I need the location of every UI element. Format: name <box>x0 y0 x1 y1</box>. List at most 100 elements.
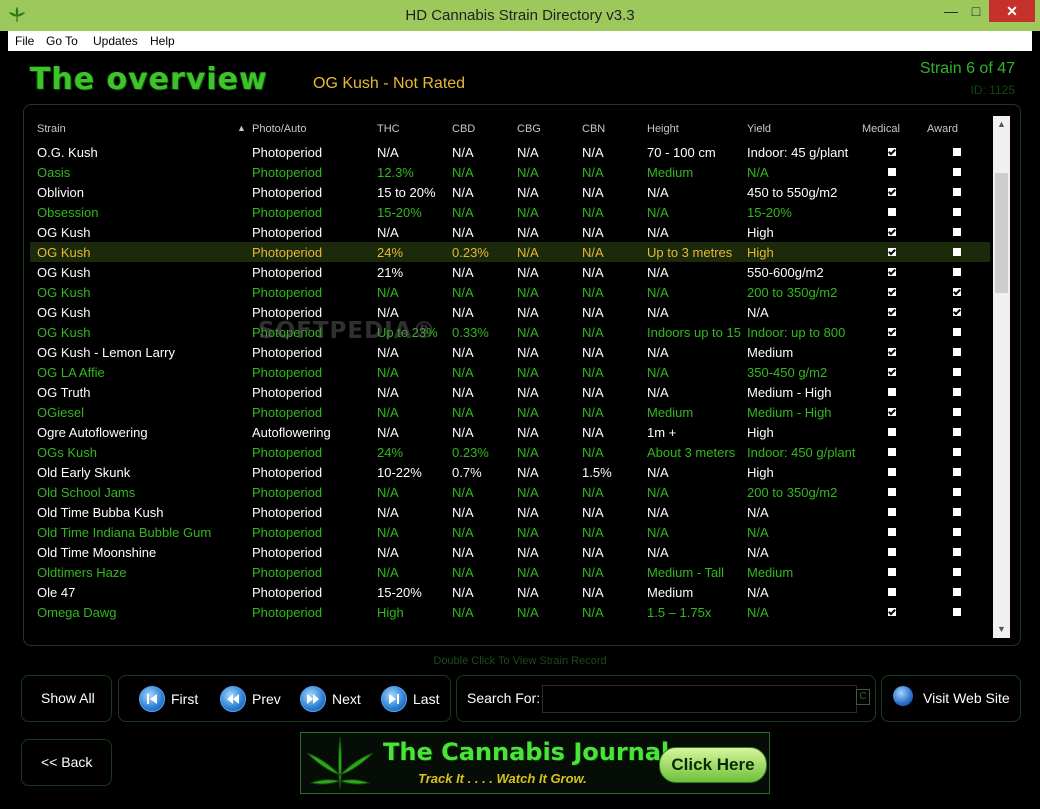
show-all-button[interactable]: Show All <box>21 675 112 722</box>
medical-checkbox[interactable] <box>888 148 896 156</box>
medical-checkbox[interactable] <box>888 368 896 376</box>
award-checkbox[interactable] <box>953 368 961 376</box>
column-header-height[interactable]: Height <box>647 123 679 135</box>
menu-help[interactable]: Help <box>150 34 175 48</box>
table-row[interactable]: OG Kush Photoperiod 24% 0.23% N/A N/A Up to 3 … <box>30 242 990 262</box>
medical-checkbox[interactable] <box>888 288 896 296</box>
table-row[interactable]: OG Kush - Lemon Larry Photoperiod N/A N/A N/… <box>30 342 990 362</box>
table-row[interactable]: Oasis Photoperiod 12.3% N/A N/A N/A Medium N/A <box>30 162 990 182</box>
award-checkbox[interactable] <box>953 548 961 556</box>
table-row[interactable]: Old Time Moonshine Photoperiod N/A N/A N/A N/… <box>30 542 990 562</box>
column-header-cbd[interactable]: CBD <box>452 123 475 135</box>
table-row[interactable]: OG Kush Photoperiod 21% N/A N/A N/A N/A 550-600… <box>30 262 990 282</box>
award-checkbox[interactable] <box>953 608 961 616</box>
table-row[interactable]: OG Kush Photoperiod N/A N/A N/A N/A N/A 200 to … <box>30 282 990 302</box>
table-row[interactable]: Ole 47 Photoperiod 15-20% N/A N/A N/A Medium N/… <box>30 582 990 602</box>
award-checkbox[interactable] <box>953 448 961 456</box>
column-header-photo-auto[interactable]: Photo/Auto <box>252 123 306 135</box>
cannabis-journal-banner[interactable]: The Cannabis Journal Track It . . . . Wa… <box>300 732 770 794</box>
award-checkbox[interactable] <box>953 148 961 156</box>
table-row[interactable]: OG LA Affie Photoperiod N/A N/A N/A N/A N/A 350… <box>30 362 990 382</box>
medical-checkbox[interactable] <box>888 208 896 216</box>
vertical-scrollbar[interactable]: ▲ ▼ <box>993 116 1010 638</box>
award-checkbox[interactable] <box>953 428 961 436</box>
next-icon[interactable] <box>300 686 326 712</box>
award-checkbox[interactable] <box>953 228 961 236</box>
medical-checkbox[interactable] <box>888 248 896 256</box>
table-row[interactable]: Obsession Photoperiod 15-20% N/A N/A N/A N/A 15… <box>30 202 990 222</box>
scroll-down-arrow-icon[interactable]: ▼ <box>993 621 1010 638</box>
award-checkbox[interactable] <box>953 488 961 496</box>
table-row[interactable]: OG Kush Photoperiod N/A N/A N/A N/A N/A High <box>30 222 990 242</box>
award-checkbox[interactable] <box>953 528 961 536</box>
column-header-strain[interactable]: Strain <box>37 123 66 135</box>
column-header-award[interactable]: Award <box>927 123 958 135</box>
medical-checkbox[interactable] <box>888 448 896 456</box>
table-row[interactable]: OG Truth Photoperiod N/A N/A N/A N/A N/A Medium… <box>30 382 990 402</box>
award-checkbox[interactable] <box>953 568 961 576</box>
table-row[interactable]: Ogre Autoflowering Autoflowering N/A N/A N/A… <box>30 422 990 442</box>
medical-checkbox[interactable] <box>888 268 896 276</box>
award-checkbox[interactable] <box>953 408 961 416</box>
medical-checkbox[interactable] <box>888 188 896 196</box>
award-checkbox[interactable] <box>953 288 961 296</box>
column-header-yield[interactable]: Yield <box>747 123 771 135</box>
minimize-button[interactable]: — <box>937 0 965 22</box>
table-row[interactable]: OG Kush Photoperiod Up to 23% 0.33% N/A N/A In… <box>30 322 990 342</box>
last-icon[interactable] <box>381 686 407 712</box>
award-checkbox[interactable] <box>953 308 961 316</box>
search-input[interactable] <box>542 685 857 713</box>
medical-checkbox[interactable] <box>888 488 896 496</box>
table-row[interactable]: OGiesel Photoperiod N/A N/A N/A N/A Medium Medi… <box>30 402 990 422</box>
table-row[interactable]: O.G. Kush Photoperiod N/A N/A N/A N/A 70 - 100… <box>30 142 990 162</box>
medical-checkbox[interactable] <box>888 328 896 336</box>
column-header-medical[interactable]: Medical <box>862 123 900 135</box>
award-checkbox[interactable] <box>953 588 961 596</box>
maximize-button[interactable]: □ <box>963 0 989 22</box>
banner-click-here-button[interactable]: Click Here <box>659 747 767 783</box>
menu-file[interactable]: File <box>15 34 34 48</box>
scroll-thumb[interactable] <box>995 173 1008 293</box>
award-checkbox[interactable] <box>953 508 961 516</box>
medical-checkbox[interactable] <box>888 348 896 356</box>
award-checkbox[interactable] <box>953 348 961 356</box>
table-row[interactable]: Omega Dawg Photoperiod High N/A N/A N/A 1.5 – … <box>30 602 990 622</box>
award-checkbox[interactable] <box>953 208 961 216</box>
medical-checkbox[interactable] <box>888 228 896 236</box>
next-button[interactable]: Next <box>332 691 361 707</box>
award-checkbox[interactable] <box>953 468 961 476</box>
table-row[interactable]: Old Time Indiana Bubble Gum Photoperiod N/… <box>30 522 990 542</box>
clear-search-button[interactable]: C <box>856 689 870 705</box>
back-button[interactable]: << Back <box>21 739 112 786</box>
table-row[interactable]: OGs Kush Photoperiod 24% 0.23% N/A N/A About 3… <box>30 442 990 462</box>
medical-checkbox[interactable] <box>888 508 896 516</box>
table-row[interactable]: Oblivion Photoperiod 15 to 20% N/A N/A N/A N/A… <box>30 182 990 202</box>
table-row[interactable]: Old Time Bubba Kush Photoperiod N/A N/A N/A N… <box>30 502 990 522</box>
medical-checkbox[interactable] <box>888 548 896 556</box>
medical-checkbox[interactable] <box>888 608 896 616</box>
first-icon[interactable] <box>139 686 165 712</box>
medical-checkbox[interactable] <box>888 468 896 476</box>
medical-checkbox[interactable] <box>888 408 896 416</box>
prev-button[interactable]: Prev <box>252 691 281 707</box>
table-row[interactable]: Old Early Skunk Photoperiod 10-22% 0.7% N/A 1… <box>30 462 990 482</box>
award-checkbox[interactable] <box>953 188 961 196</box>
award-checkbox[interactable] <box>953 268 961 276</box>
medical-checkbox[interactable] <box>888 168 896 176</box>
first-button[interactable]: First <box>171 691 198 707</box>
award-checkbox[interactable] <box>953 248 961 256</box>
medical-checkbox[interactable] <box>888 588 896 596</box>
medical-checkbox[interactable] <box>888 308 896 316</box>
menu-go-to[interactable]: Go To <box>46 34 78 48</box>
medical-checkbox[interactable] <box>888 388 896 396</box>
menu-updates[interactable]: Updates <box>93 34 138 48</box>
medical-checkbox[interactable] <box>888 428 896 436</box>
medical-checkbox[interactable] <box>888 528 896 536</box>
column-header-cbn[interactable]: CBN <box>582 123 605 135</box>
award-checkbox[interactable] <box>953 328 961 336</box>
last-button[interactable]: Last <box>413 691 439 707</box>
medical-checkbox[interactable] <box>888 568 896 576</box>
scroll-up-arrow-icon[interactable]: ▲ <box>993 116 1010 133</box>
prev-icon[interactable] <box>220 686 246 712</box>
close-button[interactable]: ✕ <box>989 0 1035 22</box>
